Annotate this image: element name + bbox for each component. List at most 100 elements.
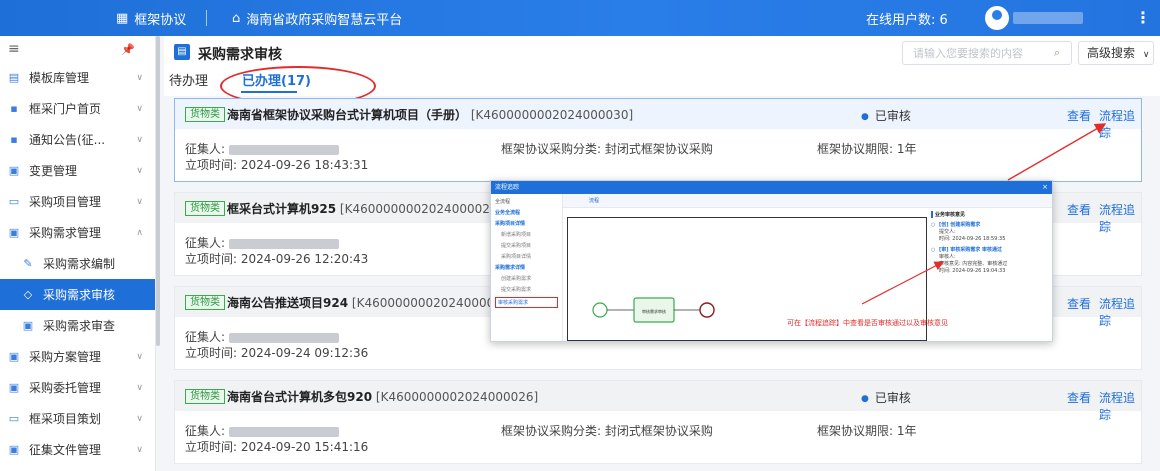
sidebar-item-label: 采购需求管理: [29, 226, 102, 240]
platform-title[interactable]: ⌂ 海南省政府采购智慧云平台: [232, 9, 402, 28]
popup-item-highlight[interactable]: 审核采购需求: [495, 297, 558, 308]
divider: [206, 10, 207, 26]
created-time: 立项时间: 2024-09-24 09:12:36: [185, 346, 369, 360]
pin-icon[interactable]: 📌: [121, 43, 135, 56]
sidebar-item[interactable]: ▭ 采购项目管理 ∨: [0, 186, 155, 217]
sidebar-item[interactable]: ▣ 采购委托管理 ∨: [0, 372, 155, 403]
card-title[interactable]: 海南省台式计算机多包920: [227, 390, 372, 404]
sidebar-item[interactable]: ◇ 采购需求审核: [0, 279, 155, 310]
folder-icon: ▭: [8, 195, 20, 208]
popup-group-2[interactable]: 采购需求详情: [495, 264, 558, 271]
sidebar-item-label: 采购委托管理: [29, 381, 102, 395]
sidebar-item[interactable]: ▤ 模板库管理 ∨: [0, 62, 155, 93]
tab-pending[interactable]: 待办理: [169, 70, 208, 89]
brand-label: 框架协议: [134, 13, 187, 28]
created-time: 立项时间: 2024-09-20 15:41:16: [185, 440, 369, 454]
opinion-head: [创] 创建采购需求: [939, 222, 981, 228]
collector-label: 征集人:: [185, 142, 226, 156]
card-title-wrap: 海南省台式计算机多包920 [K4600000002024000026]: [227, 388, 538, 405]
chevron-down-icon: ∨: [136, 444, 143, 455]
popup-main-flow[interactable]: 业务全流程: [495, 209, 558, 216]
card-title[interactable]: 海南公告推送项目924: [227, 296, 348, 310]
sidebar-item[interactable]: ▪ 通知公告(征... ∨: [0, 124, 155, 155]
close-icon[interactable]: ×: [1042, 181, 1048, 194]
chevron-down-icon: ∨: [136, 382, 143, 393]
platform-label: 海南省政府采购智慧云平台: [246, 13, 403, 28]
sidebar-item[interactable]: ▭ 框采项目策划 ∨: [0, 403, 155, 434]
sidebar-item[interactable]: ▣ 采购需求审查: [0, 310, 155, 341]
collector-row: 征集人:: [185, 422, 340, 439]
popup-item[interactable]: 提交采购项目: [495, 242, 558, 249]
advanced-search-button[interactable]: 高级搜索 ∨: [1078, 41, 1154, 65]
opinion-line: 提交人:: [939, 228, 956, 235]
popup-group-1[interactable]: 采购项目详情: [495, 220, 558, 227]
grid-icon: ▦: [116, 11, 129, 26]
sidebar-item[interactable]: ▣ 采购方案管理 ∨: [0, 341, 155, 372]
sidebar-item[interactable]: ▣ 采购需求管理 ∧: [0, 217, 155, 248]
collector-label: 征集人:: [185, 424, 226, 438]
opinion-line: 时间: 2024-09-26 19:04:33: [939, 267, 1006, 274]
sidebar-scrollbar[interactable]: [156, 36, 160, 346]
popup-title: 流程追踪: [495, 184, 520, 191]
sidebar-menu: ▤ 模板库管理 ∨ ▪ 框采门户首页 ∨ ▪ 通知公告(征... ∨ ▣ 变更管理 ∨ ▭ 采购项目管理 ∨…: [0, 62, 155, 465]
view-link[interactable]: 查看: [1067, 389, 1091, 406]
popup-tabbar: 流程: [563, 194, 1052, 208]
collector-masked: [229, 144, 340, 155]
grid-icon: ▪: [10, 102, 18, 115]
sidebar-item-label: 变更管理: [29, 164, 78, 178]
search-icon[interactable]: ⌕: [1054, 46, 1060, 60]
card-title[interactable]: 海南省框架协议采购台式计算机项目（手册）: [227, 108, 467, 122]
annotation-note: 可在【流程追踪】中查看是否审核通过以及审核意见: [787, 319, 948, 327]
popup-item[interactable]: 创建采购需求: [495, 275, 558, 282]
popup-tab[interactable]: 流程: [589, 197, 599, 204]
more-vertical-icon[interactable]: ⋮: [1135, 8, 1151, 27]
collector-label: 征集人:: [185, 236, 226, 250]
view-link[interactable]: 查看: [1067, 107, 1091, 124]
sidebar-item-label: 框采门户首页: [29, 102, 102, 116]
sidebar-item-label: 采购项目管理: [29, 195, 102, 209]
card-header: 货物类 海南省框架协议采购台式计算机项目（手册） [K46000000020240…: [175, 99, 1141, 140]
sidebar: ≡ 📌 ▤ 模板库管理 ∨ ▪ 框采门户首页 ∨ ▪ 通知公告(征... ∨ ▣ 变更管理 ∨ ▭ 采购项…: [0, 36, 156, 471]
doc-icon: ▣: [22, 319, 34, 332]
agreement-period: 框架协议期限: 1年: [817, 142, 917, 156]
doc-icon: ▣: [8, 164, 20, 177]
popup-label-all: 全流程: [495, 199, 511, 205]
collector-masked: [229, 332, 340, 343]
doc-icon: ▣: [8, 226, 20, 239]
collector-row: 征集人:: [185, 140, 340, 157]
chevron-down-icon: ∨: [1142, 50, 1150, 60]
sidebar-item[interactable]: ✎ 采购需求编制: [0, 248, 155, 279]
sidebar-item-label: 采购需求审查: [43, 319, 116, 333]
card-title[interactable]: 框采台式计算机925: [227, 202, 336, 216]
page-header: ▤ 采购需求审核 ⌕ 高级搜索 ∨ 待办理 已办理(17): [164, 36, 1160, 106]
chevron-down-icon: ∨: [136, 196, 143, 207]
view-link[interactable]: 查看: [1067, 295, 1091, 312]
advanced-search-label: 高级搜索: [1087, 46, 1136, 60]
top-bar: ▦ 框架协议 ⌂ 海南省政府采购智慧云平台 在线用户数: 6 ⋮: [0, 0, 1160, 36]
popup-item[interactable]: 采购项目详情: [495, 253, 558, 260]
chevron-down-icon: ∨: [136, 165, 143, 176]
sidebar-item[interactable]: ▣ 变更管理 ∨: [0, 155, 155, 186]
diamond-icon: ◇: [23, 288, 33, 301]
opinion-line: 时间: 2024-09-26 18:59:35: [939, 235, 1006, 242]
brand[interactable]: ▦ 框架协议: [116, 9, 186, 28]
popup-item[interactable]: 提交采购需求: [495, 286, 558, 293]
avatar[interactable]: [985, 6, 1009, 30]
chevron-down-icon: ∨: [136, 72, 143, 83]
menu-icon[interactable]: ≡: [8, 41, 20, 57]
page-title: 采购需求审核: [198, 47, 282, 63]
sidebar-item[interactable]: ▪ 框采门户首页 ∨: [0, 93, 155, 124]
template-icon: ▤: [8, 71, 20, 84]
project-card: 货物类海南省台式计算机多包920 [K4600000002024000026] 已…: [174, 380, 1142, 464]
created-time: 立项时间: 2024-09-26 18:43:31: [185, 158, 369, 172]
view-link[interactable]: 查看: [1067, 201, 1091, 218]
opinion-head: [审] 审核采购需求 审核通过: [939, 247, 1003, 254]
search-input[interactable]: [902, 41, 1072, 65]
sidebar-item[interactable]: ▣ 征集文件管理 ∨: [0, 434, 155, 465]
opinion-item: [创] 创建采购需求 提交人: 时间: 2024-09-26 18:59:35: [931, 222, 1051, 242]
sidebar-item-label: 采购方案管理: [29, 350, 102, 364]
popup-item[interactable]: 新增采购项目: [495, 231, 558, 238]
online-users: 在线用户数: 6: [866, 13, 948, 28]
username-masked[interactable]: [1013, 12, 1083, 24]
agreement-category: 框架协议采购分类: 封闭式框架协议采购: [501, 424, 713, 438]
